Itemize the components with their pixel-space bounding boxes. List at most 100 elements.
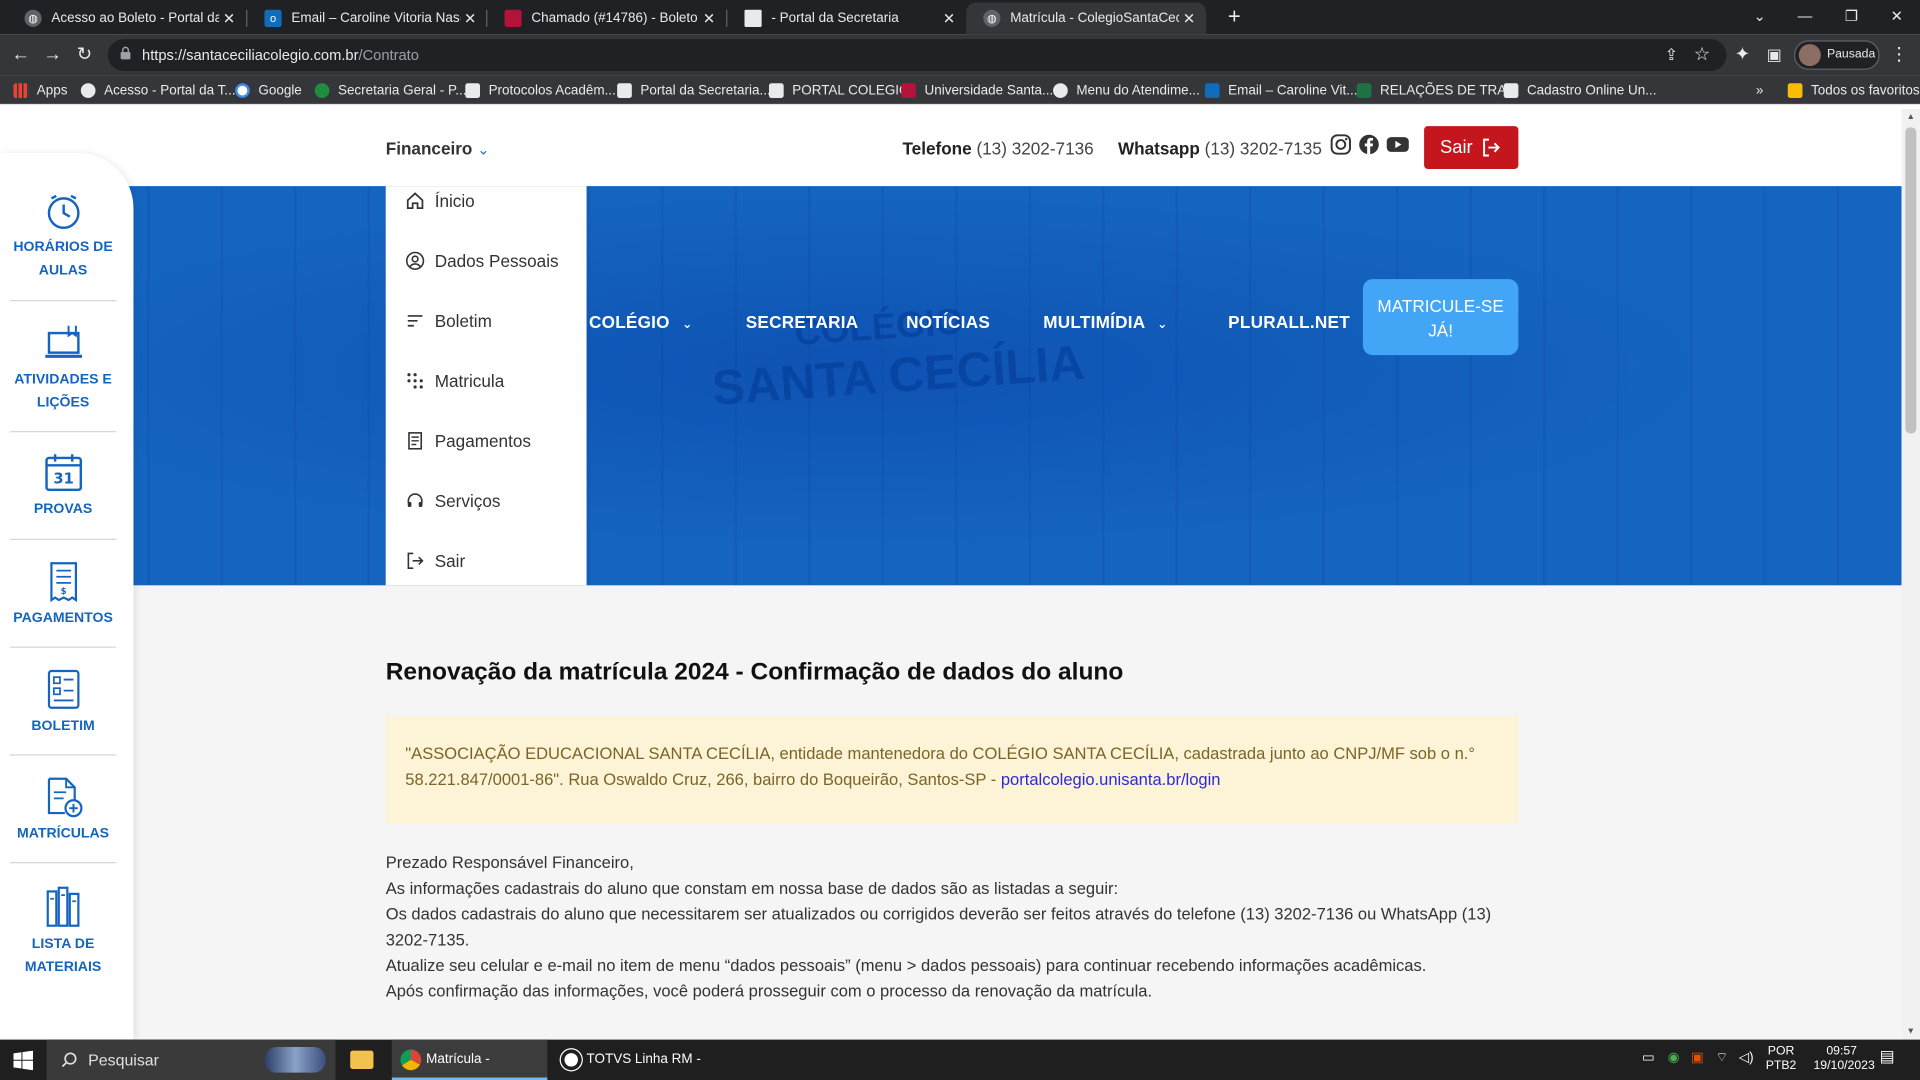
sidebar-divider [9,754,117,756]
nav-noticias[interactable]: NOTÍCIAS [906,312,990,332]
menu-dots-icon[interactable]: ⋮ [1886,42,1913,69]
bookmark-portal-colegio[interactable]: PORTAL COLEGIO [768,81,910,101]
nav-secretaria[interactable]: SECRETARIA [746,312,859,332]
tab-matricula[interactable]: ◍ Matrícula - ColegioSantaCecília ✕ [966,2,1207,35]
close-tab-icon[interactable]: ✕ [1179,10,1199,27]
browser-tab-strip: ◍ Acesso ao Boleto - Portal da Tes ✕ o E… [0,0,1920,35]
address-bar[interactable]: https://santaceciliacolegio.com.br/Contr… [107,39,1727,72]
bookmark-protocolos[interactable]: Protocolos Acadêm... [465,81,616,101]
document-icon [744,9,762,27]
nav-colegio[interactable]: COLÉGIO ⌄ [589,312,693,332]
bookmark-google[interactable]: Google [235,81,302,101]
financeiro-dropdown: Ínicio Dados Pessoais Boletim Matricula … [385,186,587,586]
portal-login-link[interactable]: portalcolegio.unisanta.br/login [1001,770,1221,788]
instagram-icon[interactable] [1330,133,1352,155]
tab-acesso-boleto[interactable]: ◍ Acesso ao Boleto - Portal da Tes ✕ [7,2,246,34]
search-icon [61,1052,77,1068]
wifi-icon[interactable]: ⌔ [1716,1051,1729,1066]
sidebar-item-boletim[interactable]: BOLETIM [10,669,117,739]
sync-icon[interactable]: ◉ [1668,1051,1680,1066]
close-tab-icon[interactable]: ✕ [939,10,959,27]
minimize-icon[interactable]: — [1782,0,1829,34]
sair-button[interactable]: Sair [1424,126,1519,169]
books-icon [46,886,79,927]
nav-multimidia[interactable]: MULTIMÍDIA ⌄ [1043,312,1167,332]
back-icon[interactable]: ← [7,42,34,69]
facebook-icon[interactable] [1358,133,1380,155]
side-panel-icon[interactable]: ▣ [1761,42,1788,69]
bookmark-star-icon[interactable]: ☆ [1689,42,1716,69]
sidebar-item-matriculas[interactable]: MATRÍCULAS [10,776,117,846]
menu-item-servicos[interactable]: Serviços [386,486,500,515]
sidebar-item-pagamentos[interactable]: $ PAGAMENTOS [10,561,117,631]
sidebar-divider [9,431,117,433]
avatar [1798,44,1821,67]
profile-button[interactable]: Pausada [1793,40,1880,70]
volume-icon[interactable]: ◁) [1739,1051,1754,1066]
reload-icon[interactable]: ↻ [71,42,98,69]
nav-plurall[interactable]: PLURALL.NET [1228,312,1350,332]
close-tab-icon[interactable]: ✕ [699,10,719,27]
forward-icon[interactable]: → [39,42,66,69]
notifications-icon[interactable]: ▤ [1880,1048,1895,1064]
sidebar-item-horarios[interactable]: HORÁRIOS DE AULAS [10,192,117,283]
menu-item-inicio[interactable]: Ínicio [386,186,475,215]
bookmark-secretaria-geral[interactable]: Secretaria Geral - P... [314,81,466,101]
share-icon[interactable]: ⇪ [1658,42,1685,69]
restore-icon[interactable]: ❐ [1828,0,1875,34]
user-circle-icon [405,251,425,270]
svg-text:$: $ [60,587,66,597]
taskbar-app-chrome[interactable]: Matrícula - Colegio... [391,1039,548,1080]
file-explorer-icon[interactable] [350,1050,374,1069]
home-icon [406,192,424,210]
extensions-icon[interactable]: ✦ [1729,42,1756,69]
bookmark-email[interactable]: Email – Caroline Vit... [1204,81,1357,101]
scrollbar-thumb[interactable] [1905,127,1917,434]
tab-search-icon[interactable]: ⌄ [1736,0,1783,34]
bookmark-cadastro-online[interactable]: Cadastro Online Un... [1503,81,1656,101]
menu-item-matricula[interactable]: Matricula [386,366,504,395]
university-icon [901,83,916,98]
notice-box: "ASSOCIAÇÃO EDUCACIONAL SANTA CECÍLIA, e… [385,716,1519,825]
bookmark-menu-atendimento[interactable]: Menu do Atendime... [1053,81,1200,101]
menu-item-sair[interactable]: Sair [386,546,465,575]
headset-icon [407,493,423,507]
page-scrollbar[interactable]: ▲ ▼ [1901,108,1920,1040]
app-tray-icon[interactable]: ▣ [1691,1051,1704,1066]
bookmark-universidade[interactable]: Universidade Santa... [901,81,1053,101]
tab-chamado[interactable]: Chamado (#14786) - Boleto de r ✕ [487,2,726,34]
taskbar-app-totvs[interactable]: TOTVS Linha RM - E... [552,1040,708,1080]
sidebar-item-provas[interactable]: 31 PROVAS [10,452,117,522]
close-tab-icon[interactable]: ✕ [460,10,480,27]
main-content: Renovação da matrícula 2024 - Confirmaçã… [385,659,1519,1004]
taskbar-search[interactable]: Pesquisar [46,1039,336,1080]
youtube-icon[interactable] [1386,133,1409,155]
new-tab-button[interactable]: + [1211,0,1258,34]
close-tab-icon[interactable]: ✕ [219,10,239,27]
menu-item-dados-pessoais[interactable]: Dados Pessoais [386,246,559,275]
bookmark-apps[interactable]: Apps [13,81,67,101]
language-indicator[interactable]: POR PTB2 [1766,1044,1797,1073]
tab-email[interactable]: o Email – Caroline Vitoria Nascime ✕ [247,2,487,34]
sidebar-item-atividades[interactable]: ATIVIDADES E LIÇÕES [10,322,117,415]
menu-item-boletim[interactable]: Boletim [386,306,492,335]
bookmarks-more-icon[interactable]: » [1756,81,1764,101]
bookmark-portal-secretaria[interactable]: Portal da Secretaria... [617,81,771,101]
matricule-se-button[interactable]: MATRICULE-SE JÁ! [1362,279,1519,356]
scroll-down-icon[interactable]: ▼ [1907,1027,1915,1036]
clock[interactable]: 09:57 19/10/2023 [1813,1044,1874,1073]
network-icon[interactable]: ▭ [1642,1051,1655,1066]
bookmark-relacoes[interactable]: RELAÇÕES DE TRA... [1356,81,1517,101]
bookmark-acesso-portal[interactable]: Acesso - Portal da T... [80,81,236,101]
bookmarks-bar: Apps Acesso - Portal da T... Google Secr… [0,75,1920,105]
bookmark-all-favorites[interactable]: Todos os favoritos [1787,81,1920,101]
scroll-up-icon[interactable]: ▲ [1907,113,1915,122]
chevron-down-icon: ⌄ [682,318,693,332]
windows-start-icon[interactable] [13,1050,34,1071]
google-icon [235,83,250,98]
menu-item-pagamentos[interactable]: Pagamentos [386,426,531,455]
tab-portal-secretaria[interactable]: - Portal da Secretaria ✕ [727,2,966,34]
financeiro-menu[interactable]: Financeiro ⌄ [386,138,490,158]
close-window-icon[interactable]: ✕ [1873,0,1920,34]
sidebar-item-lista-materiais[interactable]: LISTA DE MATERIAIS [10,884,117,980]
